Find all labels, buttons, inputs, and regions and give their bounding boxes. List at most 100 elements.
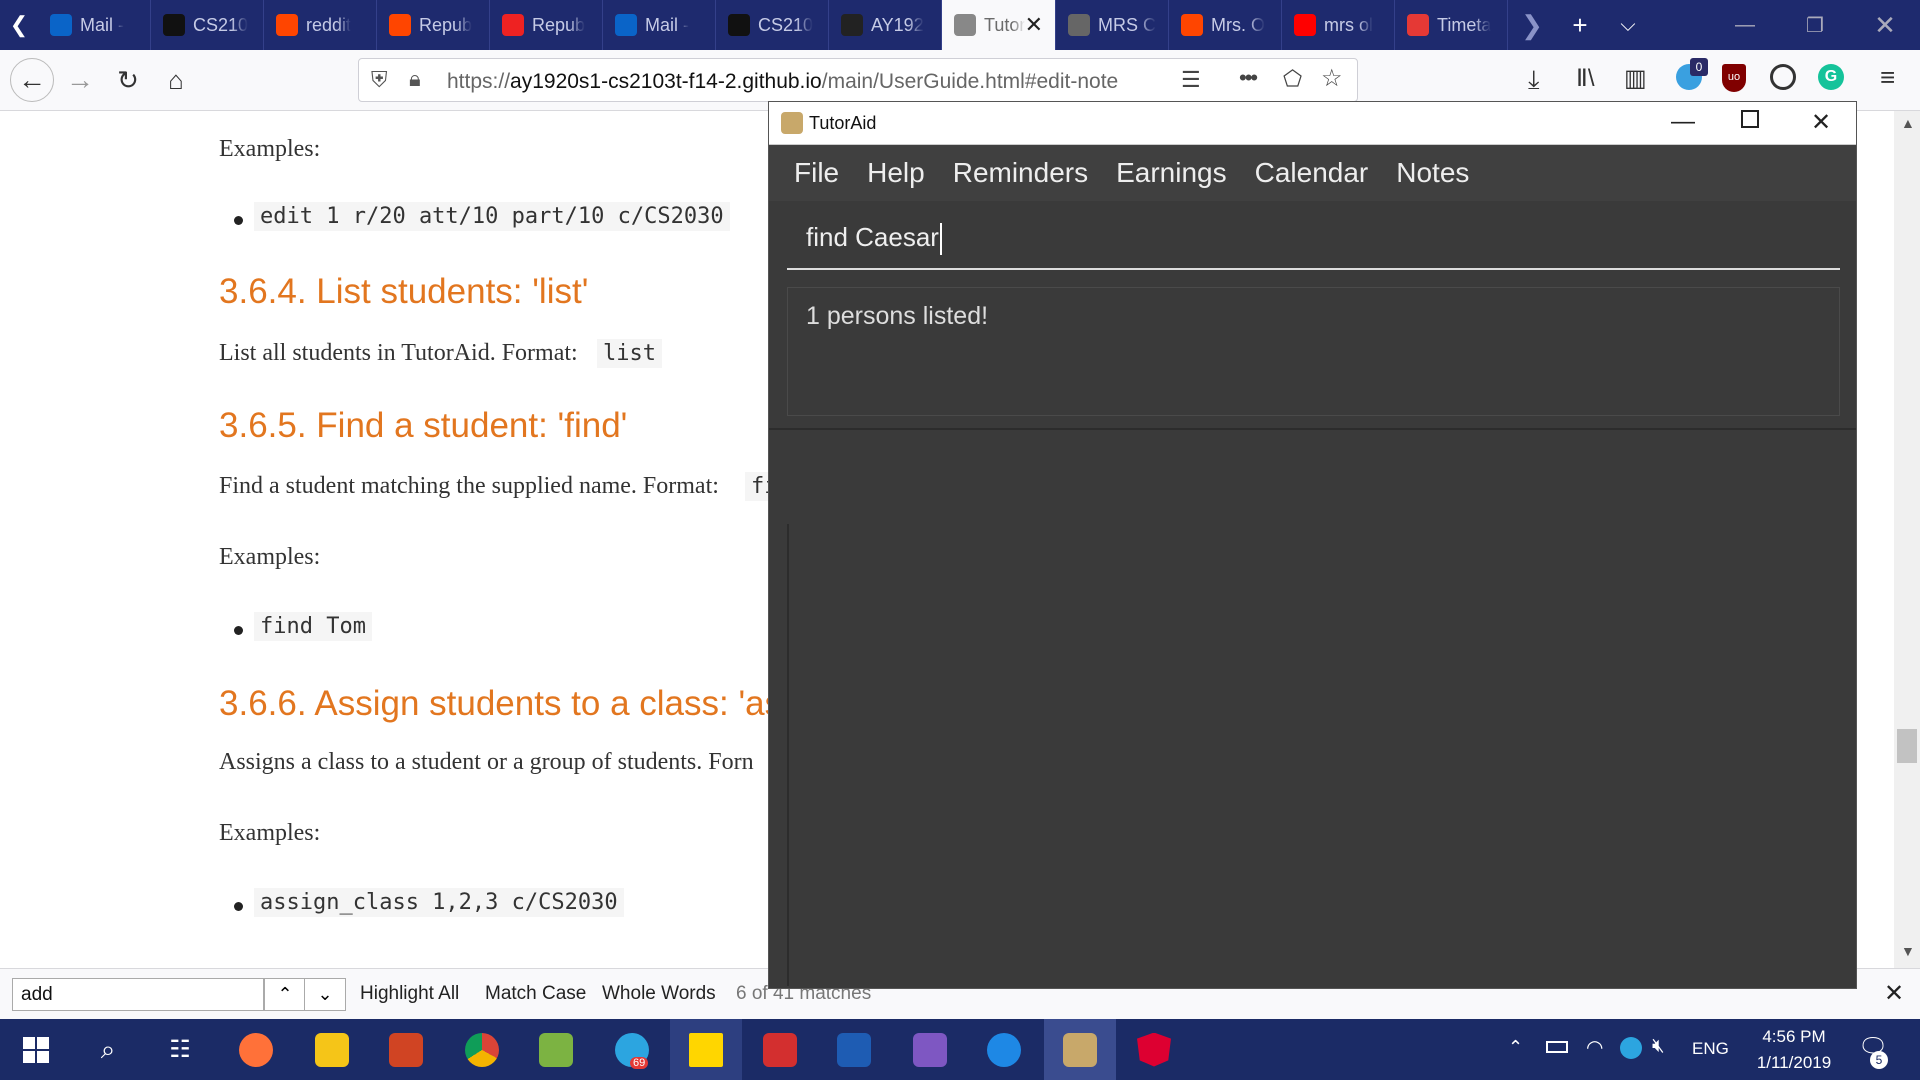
hamburger-menu-icon[interactable]: ≡: [1880, 62, 1895, 93]
result-display: 1 persons listed!: [787, 287, 1840, 416]
sticky-notes-icon[interactable]: [670, 1019, 742, 1080]
new-tab-button[interactable]: +: [1556, 0, 1604, 50]
command-box[interactable]: find Caesar: [787, 220, 1840, 270]
close-window-icon[interactable]: ✕: [1850, 0, 1920, 50]
close-find-bar-icon[interactable]: ✕: [1884, 979, 1904, 1008]
firefox-icon[interactable]: [220, 1019, 292, 1080]
notepad-plus-icon[interactable]: [520, 1019, 592, 1080]
app-title-bar[interactable]: TutorAid — ✕: [769, 102, 1856, 145]
library-icon[interactable]: Ⅱ\: [1576, 64, 1594, 93]
section-heading[interactable]: 3.6.6. Assign students to a class: 'as: [219, 684, 782, 724]
chrome-icon[interactable]: [446, 1019, 518, 1080]
show-hidden-icons-icon[interactable]: ⌃: [1508, 1037, 1523, 1058]
tab-label: Mrs. O: [1211, 14, 1265, 35]
find-input[interactable]: add: [12, 978, 264, 1011]
menu-notes[interactable]: Notes: [1396, 157, 1469, 189]
pocket-icon[interactable]: ⬠: [1283, 66, 1302, 92]
pane-divider[interactable]: [769, 428, 1856, 430]
volume-muted-icon[interactable]: 🔇︎: [1652, 1035, 1665, 1058]
browser-tab[interactable]: Mail -: [38, 0, 151, 50]
tab-strip: Mail - CS210 reddit Repub Repub Mail - CS210 AY…: [38, 0, 1508, 50]
menu-reminders[interactable]: Reminders: [953, 157, 1088, 189]
browser-tab[interactable]: Mail -: [603, 0, 716, 50]
app-menu-bar: File Help Reminders Earnings Calendar Notes: [769, 145, 1856, 201]
browser-tab[interactable]: CS210: [151, 0, 264, 50]
grammarly-icon[interactable]: G: [1818, 64, 1844, 90]
menu-earnings[interactable]: Earnings: [1116, 157, 1227, 189]
tab-label: Timeta: [1437, 14, 1492, 35]
menu-calendar[interactable]: Calendar: [1255, 157, 1369, 189]
menu-file[interactable]: File: [794, 157, 839, 189]
browser-tab-bar: ❮ Mail - CS210 reddit Repub Repub Mail - CS210…: [0, 0, 1920, 50]
shield-icon[interactable]: ⛨: [371, 67, 388, 93]
tab-list-button[interactable]: ⌵: [1604, 0, 1652, 50]
browser-tab[interactable]: TutorAi✕: [942, 0, 1056, 50]
language-indicator[interactable]: ENG: [1692, 1039, 1729, 1059]
app-close-icon[interactable]: ✕: [1811, 108, 1831, 137]
edge-icon[interactable]: [968, 1019, 1040, 1080]
page-actions-icon[interactable]: •••: [1239, 65, 1258, 91]
browser-tab[interactable]: CS210: [716, 0, 829, 50]
scroll-up-icon[interactable]: ▲: [1901, 115, 1915, 131]
clock-date[interactable]: 1/11/2019: [1744, 1053, 1844, 1073]
scroll-thumb[interactable]: [1897, 729, 1917, 763]
visual-studio-icon[interactable]: [894, 1019, 966, 1080]
powershell-icon[interactable]: [818, 1019, 890, 1080]
reader-view-icon[interactable]: ☰: [1181, 67, 1201, 93]
browser-tab[interactable]: Mrs. O: [1169, 0, 1282, 50]
minimize-icon[interactable]: —: [1710, 0, 1780, 50]
url-text[interactable]: https://ay1920s1-cs2103t-f14-2.github.io…: [447, 70, 1127, 94]
command-text[interactable]: find Caesar: [806, 222, 939, 252]
browser-tab[interactable]: reddit: [264, 0, 377, 50]
home-button[interactable]: ⌂: [156, 60, 196, 100]
battery-icon[interactable]: [1546, 1041, 1568, 1053]
wifi-icon[interactable]: ◠: [1586, 1035, 1603, 1060]
tab-scroll-left-button[interactable]: ❮: [0, 0, 38, 50]
task-view-icon[interactable]: ☷: [144, 1019, 216, 1080]
paragraph: Assigns a class to a student or a group …: [219, 749, 754, 775]
browser-tab[interactable]: Repub: [490, 0, 603, 50]
find-next-button[interactable]: ⌄: [304, 978, 346, 1011]
app-minimize-icon[interactable]: —: [1671, 108, 1695, 136]
whole-words-toggle[interactable]: Whole Words: [602, 983, 716, 1005]
start-button[interactable]: [0, 1019, 72, 1080]
powerpoint-icon[interactable]: [370, 1019, 442, 1080]
menu-help[interactable]: Help: [867, 157, 925, 189]
browser-tab[interactable]: mrs ol: [1282, 0, 1395, 50]
browser-tab[interactable]: AY192: [829, 0, 942, 50]
section-heading[interactable]: 3.6.4. List students: 'list': [219, 272, 588, 312]
app-maximize-icon[interactable]: [1741, 110, 1759, 128]
forward-button[interactable]: →: [60, 60, 100, 100]
tab-scroll-right-button[interactable]: ❯: [1508, 0, 1556, 50]
acrobat-icon[interactable]: [744, 1019, 816, 1080]
clock-time[interactable]: 4:56 PM: [1752, 1027, 1836, 1047]
sidebar-icon[interactable]: ▥: [1624, 64, 1647, 93]
page-scrollbar[interactable]: ▲ ▼: [1894, 111, 1920, 968]
browser-tab[interactable]: Repub: [377, 0, 490, 50]
lock-icon[interactable]: 🔒︎: [409, 66, 421, 92]
download-icon[interactable]: ⤓: [1528, 64, 1540, 96]
scroll-down-icon[interactable]: ▼: [1901, 943, 1915, 959]
tab-label: Mail -: [80, 14, 124, 35]
search-icon[interactable]: ⌕: [72, 1019, 144, 1080]
back-button[interactable]: ←: [10, 58, 54, 102]
restore-icon[interactable]: ❐: [1780, 0, 1850, 50]
code-example: edit 1 r/20 att/10 part/10 c/CS2030: [254, 202, 730, 231]
telegram-tray-icon[interactable]: [1620, 1037, 1642, 1059]
section-heading[interactable]: 3.6.5. Find a student: 'find': [219, 406, 627, 446]
url-bar[interactable]: ⛨ 🔒︎ https://ay1920s1-cs2103t-f14-2.gith…: [358, 58, 1358, 102]
reload-button[interactable]: ↻: [108, 60, 148, 100]
highlight-all-toggle[interactable]: Highlight All: [360, 983, 459, 1005]
find-previous-button[interactable]: ⌃: [264, 978, 306, 1011]
browser-tab[interactable]: Timeta: [1395, 0, 1508, 50]
ublock-icon[interactable]: uo: [1722, 64, 1746, 92]
match-case-toggle[interactable]: Match Case: [485, 983, 586, 1005]
telegram-icon[interactable]: [596, 1019, 668, 1080]
close-tab-icon[interactable]: ✕: [1025, 12, 1043, 38]
account-icon[interactable]: [1770, 64, 1796, 90]
browser-tab[interactable]: MRS C: [1056, 0, 1169, 50]
file-explorer-icon[interactable]: [296, 1019, 368, 1080]
angular-icon[interactable]: [1118, 1019, 1190, 1080]
tutoraid-taskbar-icon[interactable]: [1044, 1019, 1116, 1080]
bookmark-star-icon[interactable]: ☆: [1321, 64, 1343, 93]
